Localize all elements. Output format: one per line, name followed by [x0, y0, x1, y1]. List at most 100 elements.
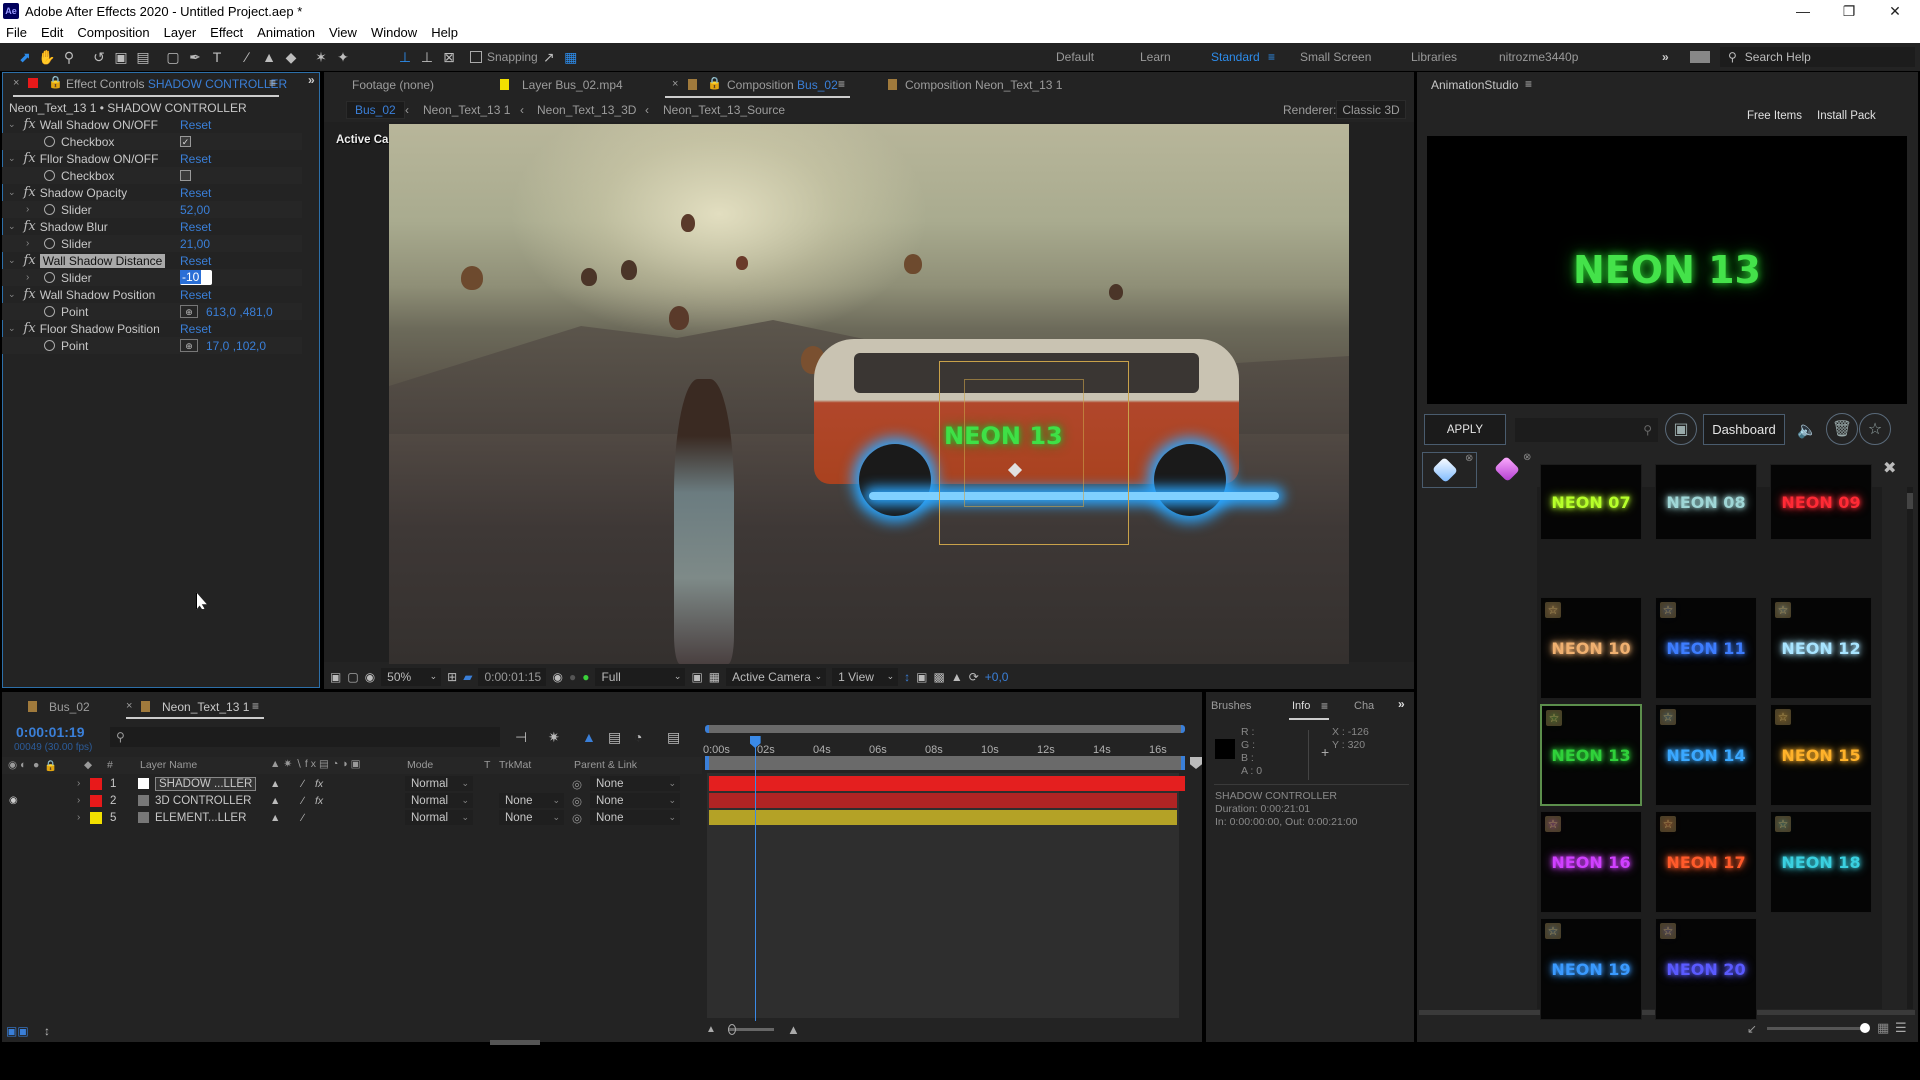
- region-of-interest-icon[interactable]: ▰: [463, 670, 472, 684]
- pen-tool-icon[interactable]: ✒: [184, 46, 206, 68]
- stopwatch-icon[interactable]: [44, 238, 55, 249]
- favorite-star-icon[interactable]: ☆: [1775, 709, 1791, 725]
- current-time-field[interactable]: 0:00:01:15: [478, 667, 547, 686]
- pick-whip-icon[interactable]: ◎: [572, 811, 582, 825]
- more-workspaces-icon[interactable]: »: [1662, 50, 1669, 64]
- solo-toggle-icon[interactable]: ●: [33, 759, 39, 771]
- eraser-tool-icon[interactable]: ◆: [280, 46, 302, 68]
- quality-switch-icon[interactable]: ∕: [302, 812, 304, 824]
- reset-button[interactable]: Reset: [180, 220, 211, 234]
- timeline-tab-neon-text[interactable]: Neon_Text_13 1: [162, 700, 249, 714]
- restore-icon[interactable]: ❐: [1826, 0, 1872, 22]
- preset-tile[interactable]: ☆ NEON 17: [1655, 811, 1757, 913]
- workspace-standard[interactable]: Standard: [1211, 50, 1260, 64]
- view-axis-icon[interactable]: ⊠: [438, 46, 460, 68]
- preset-tile[interactable]: NEON 08: [1655, 464, 1757, 540]
- menu-window[interactable]: Window: [371, 25, 417, 40]
- layer-label-color[interactable]: [90, 812, 102, 824]
- expand-chevron-icon[interactable]: ›: [26, 204, 36, 215]
- favorite-star-icon[interactable]: ☆: [1775, 602, 1791, 618]
- layer-name-column[interactable]: Layer Name: [140, 759, 197, 771]
- package-cube-icon[interactable]: ▣: [1665, 413, 1697, 445]
- toggle-pixel-aspect-icon[interactable]: ↕: [904, 670, 910, 684]
- graph-editor-icon[interactable]: ▤: [667, 729, 680, 746]
- preset-tile[interactable]: ☆ NEON 18: [1770, 811, 1872, 913]
- preset-scrollbar[interactable]: [1907, 487, 1913, 1009]
- viewer-area[interactable]: Active Camera NEON 13: [324, 122, 1414, 664]
- collapse-chevron-icon[interactable]: ⌄: [8, 187, 16, 198]
- collapse-chevron-icon[interactable]: ⌄: [8, 153, 16, 164]
- track-matte-select[interactable]: None ⌄: [499, 810, 564, 825]
- favorite-star-icon[interactable]: ☆: [1660, 602, 1676, 618]
- blend-mode-select[interactable]: Normal ⌄: [405, 776, 473, 791]
- fast-previews-icon[interactable]: ▣: [691, 670, 702, 684]
- slider-value[interactable]: 52,00: [180, 203, 210, 217]
- sound-icon[interactable]: 🔈: [1797, 420, 1817, 440]
- type-tool-icon[interactable]: T: [206, 46, 228, 68]
- effect-row[interactable]: ⌄ fx Wall Shadow Position Reset: [2, 286, 302, 303]
- effect-checkbox[interactable]: [180, 170, 191, 181]
- layer-row[interactable]: ◉ › 2 3D CONTROLLER ▲ ∕ fx Normal ⌄ None ⌄…: [2, 792, 702, 809]
- preset-tile[interactable]: ☆ NEON 13: [1540, 704, 1642, 806]
- tab-composition-bus02[interactable]: Composition Bus_02: [727, 78, 838, 92]
- view-layout-select[interactable]: 1 View ⌄: [832, 667, 899, 686]
- layer-label-color[interactable]: [90, 778, 102, 790]
- expand-panel-icon[interactable]: »: [1398, 697, 1405, 711]
- collapse-chevron-icon[interactable]: ⌄: [8, 221, 16, 232]
- preset-tile[interactable]: NEON 07: [1540, 464, 1642, 540]
- collapse-chevron-icon[interactable]: ⌄: [8, 119, 16, 130]
- timeline-tab-menu-icon[interactable]: ≡: [252, 699, 259, 713]
- parent-select[interactable]: None ⌄: [590, 776, 680, 791]
- menu-layer[interactable]: Layer: [164, 25, 197, 40]
- quality-switch-icon[interactable]: ∕: [302, 795, 304, 807]
- menu-help[interactable]: Help: [431, 25, 458, 40]
- tab-composition-neon[interactable]: Composition Neon_Text_13 1: [905, 78, 1062, 92]
- close-icon[interactable]: ✕: [1872, 0, 1918, 22]
- layer-label-color[interactable]: [90, 795, 102, 807]
- comp-lock-icon[interactable]: 🔒: [707, 76, 722, 90]
- breadcrumb-neon-text-13-source[interactable]: Neon_Text_13_Source: [663, 103, 785, 117]
- fx-icon[interactable]: fx: [24, 253, 36, 268]
- timeline-icon[interactable]: ▩: [933, 670, 944, 684]
- layer-name[interactable]: ELEMENT...LLER: [155, 812, 246, 824]
- renderer-select[interactable]: Classic 3D: [1336, 100, 1406, 119]
- lock-column-icon[interactable]: 🔒: [44, 759, 57, 772]
- layer-switches-toggle-icon[interactable]: ▣▣: [6, 1024, 29, 1038]
- show-snapshot-icon[interactable]: ●: [569, 670, 576, 684]
- blend-mode-select[interactable]: Normal ⌄: [405, 793, 473, 808]
- fx-icon[interactable]: fx: [24, 151, 36, 166]
- collapse-chevron-icon[interactable]: ⌄: [8, 255, 16, 266]
- frame-blending-icon[interactable]: ▤: [608, 729, 621, 746]
- transparency-grid-icon[interactable]: ▦: [709, 670, 720, 684]
- in-out-toggle-icon[interactable]: ↕: [44, 1024, 50, 1038]
- workspace-libraries[interactable]: Libraries: [1411, 50, 1457, 64]
- motion-blur-icon[interactable]: ◔: [634, 729, 642, 745]
- panel-menu-icon[interactable]: ≡: [1525, 77, 1532, 91]
- rectangle-tool-icon[interactable]: ▢: [162, 46, 184, 68]
- pick-whip-icon[interactable]: ◎: [572, 777, 582, 791]
- timeline-scrollbar[interactable]: [490, 1040, 540, 1045]
- expand-panel-icon[interactable]: »: [308, 73, 315, 87]
- shy-switch-icon[interactable]: ▲: [270, 812, 280, 824]
- snapshot-icon[interactable]: ◉: [552, 670, 562, 684]
- stopwatch-icon[interactable]: [44, 272, 55, 283]
- favorite-star-icon[interactable]: ☆: [1859, 413, 1891, 445]
- list-view-icon[interactable]: ☰: [1895, 1020, 1907, 1036]
- expand-layer-chevron-icon[interactable]: ›: [77, 778, 80, 789]
- monitor-icon[interactable]: ▢: [347, 670, 358, 684]
- expand-layer-chevron-icon[interactable]: ›: [77, 812, 80, 823]
- effect-row[interactable]: ⌄ fx Shadow Opacity Reset: [2, 184, 302, 201]
- effect-row[interactable]: ⌄ fx Shadow Blur Reset: [2, 218, 302, 235]
- preset-tile[interactable]: NEON 09: [1770, 464, 1872, 540]
- fx-icon[interactable]: fx: [24, 219, 36, 234]
- free-items-link[interactable]: Free Items: [1747, 110, 1802, 122]
- blend-mode-select[interactable]: Normal ⌄: [405, 810, 473, 825]
- remove-pack-icon[interactable]: ⊗: [1523, 452, 1531, 463]
- snap-edges-icon[interactable]: ↗: [538, 46, 560, 68]
- menu-file[interactable]: File: [6, 25, 27, 40]
- thumbnail-size-slider[interactable]: [1767, 1023, 1870, 1033]
- menu-edit[interactable]: Edit: [41, 25, 63, 40]
- reset-button[interactable]: Reset: [180, 118, 211, 132]
- apply-button[interactable]: APPLY: [1424, 414, 1506, 445]
- time-zoom-slider[interactable]: [728, 1024, 774, 1035]
